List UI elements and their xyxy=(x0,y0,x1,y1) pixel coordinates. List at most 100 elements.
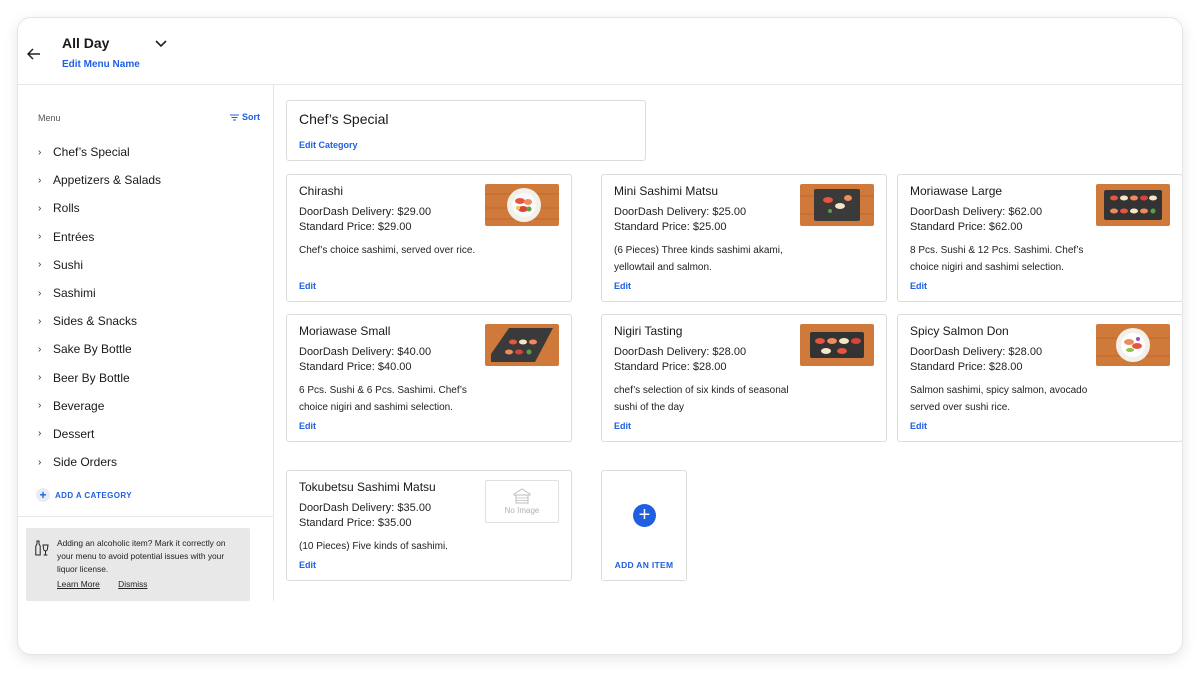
sort-button[interactable]: Sort xyxy=(230,112,260,122)
item-standard-price: Standard Price: $35.00 xyxy=(299,517,412,529)
bottle-glass-icon xyxy=(35,540,49,556)
edit-item-link[interactable]: Edit xyxy=(910,281,927,291)
chevron-right-icon: › xyxy=(38,146,42,158)
sidebar-item-sides-snacks[interactable]: › Sides & Snacks xyxy=(38,307,258,335)
edit-item-link[interactable]: Edit xyxy=(299,421,316,431)
edit-item-link[interactable]: Edit xyxy=(299,281,316,291)
sidebar-item-rolls[interactable]: › Rolls xyxy=(38,194,258,222)
item-standard-price: Standard Price: $29.00 xyxy=(299,221,412,233)
no-image-label: No Image xyxy=(504,506,540,515)
menu-item-card[interactable]: Nigiri Tasting DoorDash Delivery: $28.00… xyxy=(601,314,887,442)
sidebar-item-label: Chef’s Special xyxy=(53,145,130,160)
menu-item-card[interactable]: Spicy Salmon Don DoorDash Delivery: $28.… xyxy=(897,314,1182,442)
item-photo xyxy=(485,184,559,226)
sidebar-item-chefs-special[interactable]: › Chef’s Special xyxy=(38,138,258,166)
item-standard-price: Standard Price: $40.00 xyxy=(299,361,412,373)
sidebar-item-label: Beverage xyxy=(53,398,105,413)
menu-editor-window: All Day Edit Menu Name Menu Sort › Chef’s… xyxy=(17,17,1183,655)
sidebar-header: Menu Sort xyxy=(38,112,260,127)
item-name: Spicy Salmon Don xyxy=(910,324,1009,338)
notice-text: Adding an alcoholic item? Mark it correc… xyxy=(57,538,226,574)
back-arrow-icon[interactable] xyxy=(24,44,44,64)
item-name: Mini Sashimi Matsu xyxy=(614,184,719,198)
item-description: Salmon sashimi, spicy salmon, avocado se… xyxy=(910,385,1088,413)
add-category-label: ADD A CATEGORY xyxy=(55,490,133,500)
edit-item-link[interactable]: Edit xyxy=(614,421,631,431)
item-doordash-price: DoorDash Delivery: $28.00 xyxy=(614,346,747,358)
sidebar-item-label: Rolls xyxy=(53,201,80,216)
chevron-right-icon: › xyxy=(38,315,42,327)
item-doordash-price: DoorDash Delivery: $28.00 xyxy=(910,346,1043,358)
sort-label: Sort xyxy=(242,112,260,122)
item-description: 6 Pcs. Sushi & 6 Pcs. Sashimi. Chef’s ch… xyxy=(299,385,467,413)
edit-item-link[interactable]: Edit xyxy=(910,421,927,431)
dismiss-link[interactable]: Dismiss xyxy=(118,579,147,589)
store-icon xyxy=(513,488,531,504)
menu-item-card[interactable]: Mini Sashimi Matsu DoorDash Delivery: $2… xyxy=(601,174,887,302)
item-photo xyxy=(1096,324,1170,366)
item-standard-price: Standard Price: $28.00 xyxy=(910,361,1023,373)
item-photo xyxy=(485,324,559,366)
item-name: Nigiri Tasting xyxy=(614,324,683,338)
chevron-right-icon: › xyxy=(38,202,42,214)
edit-menu-name-link[interactable]: Edit Menu Name xyxy=(62,59,140,70)
item-doordash-price: DoorDash Delivery: $40.00 xyxy=(299,346,432,358)
sidebar-item-label: Dessert xyxy=(53,426,95,441)
item-doordash-price: DoorDash Delivery: $25.00 xyxy=(614,206,747,218)
item-description: (10 Pieces) Five kinds of sashimi. xyxy=(299,541,448,552)
chevron-right-icon: › xyxy=(38,400,42,412)
category-content: Chef’s Special Edit Category Chirashi Do… xyxy=(274,85,1182,601)
sidebar-item-beer-by-bottle[interactable]: › Beer By Bottle xyxy=(38,364,258,392)
edit-item-link[interactable]: Edit xyxy=(614,281,631,291)
item-standard-price: Standard Price: $28.00 xyxy=(614,361,727,373)
learn-more-link[interactable]: Learn More xyxy=(57,579,100,589)
menu-item-card[interactable]: Moriawase Small DoorDash Delivery: $40.0… xyxy=(286,314,572,442)
sidebar-item-dessert[interactable]: › Dessert xyxy=(38,420,258,448)
chevron-right-icon: › xyxy=(38,231,42,243)
chevron-right-icon: › xyxy=(38,428,42,440)
menu-item-card[interactable]: Chirashi DoorDash Delivery: $29.00 Stand… xyxy=(286,174,572,302)
sidebar-item-sake-by-bottle[interactable]: › Sake By Bottle xyxy=(38,335,258,363)
sidebar-item-entrees[interactable]: › Entrées xyxy=(38,223,258,251)
chevron-right-icon: › xyxy=(38,372,42,384)
item-doordash-price: DoorDash Delivery: $35.00 xyxy=(299,502,432,514)
add-category-button[interactable]: + ADD A CATEGORY xyxy=(36,488,132,502)
sidebar-item-label: Appetizers & Salads xyxy=(53,173,162,188)
chevron-right-icon: › xyxy=(38,174,42,186)
sidebar-title: Menu xyxy=(38,113,61,123)
item-description: (6 Pieces) Three kinds sashimi akami, ye… xyxy=(614,245,783,273)
category-title: Chef’s Special xyxy=(299,111,389,127)
sidebar-item-side-orders[interactable]: › Side Orders xyxy=(38,448,258,476)
sidebar-item-beverage[interactable]: › Beverage xyxy=(38,392,258,420)
sidebar-item-sashimi[interactable]: › Sashimi xyxy=(38,279,258,307)
plus-icon: + xyxy=(36,488,50,502)
menu-header: All Day Edit Menu Name xyxy=(18,18,1182,85)
item-photo xyxy=(1096,184,1170,226)
chevron-down-icon[interactable] xyxy=(152,35,170,53)
menu-item-card[interactable]: Tokubetsu Sashimi Matsu DoorDash Deliver… xyxy=(286,470,572,581)
category-card: Chef’s Special Edit Category xyxy=(286,100,646,161)
add-item-button[interactable]: + ADD AN ITEM xyxy=(601,470,687,581)
item-photo xyxy=(800,324,874,366)
sidebar-item-label: Beer By Bottle xyxy=(53,370,130,385)
edit-category-link[interactable]: Edit Category xyxy=(299,140,358,150)
add-item-label: ADD AN ITEM xyxy=(614,560,674,570)
item-standard-price: Standard Price: $62.00 xyxy=(910,221,1023,233)
sidebar-item-appetizers-salads[interactable]: › Appetizers & Salads xyxy=(38,166,258,194)
sidebar-item-sushi[interactable]: › Sushi xyxy=(38,251,258,279)
chevron-right-icon: › xyxy=(38,343,42,355)
item-description: 8 Pcs. Sushi & 12 Pcs. Sashimi. Chef’s c… xyxy=(910,245,1084,273)
item-name: Moriawase Large xyxy=(910,184,1003,198)
menu-item-card[interactable]: Moriawase Large DoorDash Delivery: $62.0… xyxy=(897,174,1182,302)
item-doordash-price: DoorDash Delivery: $29.00 xyxy=(299,206,432,218)
sidebar-item-label: Entrées xyxy=(53,229,95,244)
divider xyxy=(18,516,273,517)
alcohol-notice: Adding an alcoholic item? Mark it correc… xyxy=(26,528,250,601)
plus-icon: + xyxy=(633,504,656,527)
no-image-placeholder[interactable]: No Image xyxy=(485,480,559,523)
item-name: Tokubetsu Sashimi Matsu xyxy=(299,480,436,494)
edit-item-link[interactable]: Edit xyxy=(299,560,316,570)
item-name: Moriawase Small xyxy=(299,324,391,338)
item-description: Chef’s choice sashimi, served over rice. xyxy=(299,245,476,256)
sidebar-item-label: Sushi xyxy=(53,257,84,272)
